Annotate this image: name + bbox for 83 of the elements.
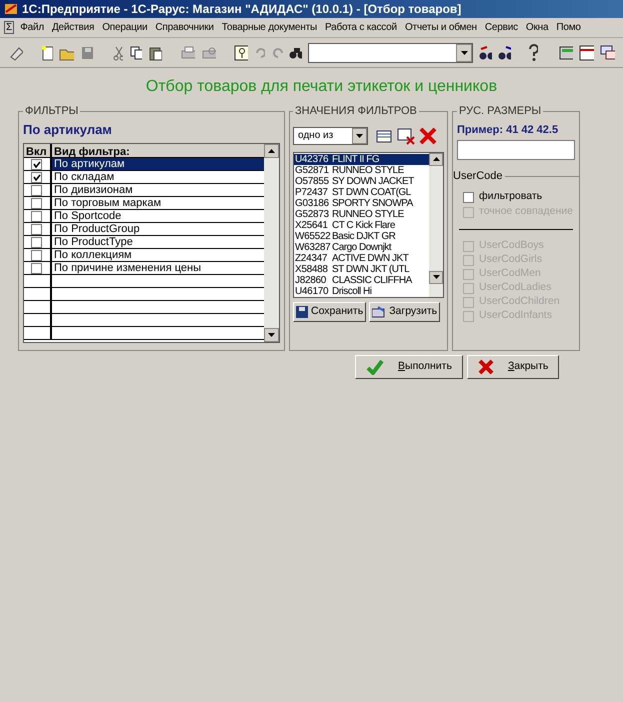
scissors-icon[interactable] [112, 44, 124, 60]
menu-item[interactable]: Помо [556, 20, 581, 35]
column-header: Вкл [24, 144, 52, 157]
menu-item[interactable]: Операции [102, 20, 148, 35]
checkbox[interactable] [31, 224, 42, 234]
list-item[interactable]: Z24347 ACTIVE DWN JKT [294, 252, 429, 264]
list-item[interactable]: G52873 RUNNEO STYLE [294, 208, 429, 220]
filter-type-cell[interactable]: По артикулам [52, 158, 264, 170]
printer-icon[interactable] [180, 44, 195, 60]
dropdown-arrow-icon [356, 134, 363, 138]
menu-item[interactable]: Действия [52, 20, 94, 35]
help-icon[interactable] [528, 44, 538, 62]
filter-type-cell[interactable]: По складам [52, 171, 116, 183]
scrollbar[interactable] [264, 144, 279, 342]
group-title: РУС. РАЗМЕРЫ [458, 104, 542, 119]
filter-type-cell[interactable]: По торговым маркам [52, 197, 164, 209]
example-label: Пример: 41 42 42.5 [457, 122, 560, 138]
close-icon [478, 359, 494, 375]
section-title: UserCode [453, 169, 504, 184]
chat-icon[interactable] [600, 44, 616, 60]
save-button[interactable]: Сохранить [293, 302, 366, 322]
page-heading: Отбор товаров для печати этикеток и ценников [144, 77, 498, 97]
filter-type-cell[interactable]: По дивизионам [52, 184, 135, 196]
menu-item[interactable]: Товарные документы [222, 20, 317, 35]
new-document-icon[interactable] [40, 44, 53, 60]
list-item[interactable]: U46170 Driscoll Hi [294, 286, 429, 296]
menu-item[interactable]: Сервис [484, 20, 518, 35]
list-item[interactable]: J82860 CLASSIC CLIFFHA [294, 274, 429, 286]
checkbox[interactable] [31, 172, 42, 182]
filter-type-cell[interactable]: По причине изменения цены [52, 262, 203, 274]
paste-icon[interactable] [148, 44, 162, 60]
mode-dropdown[interactable]: одно из [293, 126, 368, 144]
search-combo-field[interactable] [308, 42, 474, 62]
column-header: Вид фильтра: [53, 145, 131, 157]
list-item[interactable]: X25641 CT C Kick Flare [294, 220, 429, 230]
eraser-icon[interactable] [8, 44, 23, 60]
window-title: 1С:Предприятие - 1С-Рарус: Магазин "АДИДАС" (10.0.1) - [Отбор товаров] [22, 1, 462, 18]
filter-type-cell[interactable]: По Sportcode [52, 210, 124, 222]
list-item[interactable]: P72437 ST DWN COAT(GL [294, 186, 429, 198]
menu-item[interactable]: Работа с кассой [324, 20, 397, 35]
checkbox[interactable] [31, 210, 42, 222]
menu-item[interactable]: Отчеты и обмен [404, 20, 477, 35]
scroll-down-arrow-icon[interactable] [268, 333, 275, 337]
group-title: ЗНАЧЕНИЯ ФИЛЬТРОВ [294, 104, 418, 119]
sizes-input-field[interactable] [457, 140, 575, 160]
checkbox[interactable] [31, 184, 42, 196]
print-preview-icon[interactable] [200, 44, 216, 60]
checkmark-icon [366, 359, 384, 375]
run-button[interactable]: Выполнить [355, 355, 463, 379]
app-logo-icon [4, 2, 18, 16]
copy-icon[interactable] [129, 44, 142, 60]
folder-arrow-icon [372, 306, 386, 318]
checkbox[interactable] [463, 192, 474, 202]
menu-item[interactable]: Справочники [155, 20, 214, 35]
menu-item[interactable]: Файл [20, 20, 44, 35]
scroll-up-arrow-icon[interactable] [268, 149, 275, 153]
current-filter-label: По артикулам [23, 120, 113, 139]
filter-type-cell[interactable]: По ProductGroup [52, 223, 142, 235]
scroll-up-arrow-icon[interactable] [432, 157, 440, 161]
close-button[interactable]: Закрыть [466, 355, 560, 379]
scroll-down-arrow-icon[interactable] [432, 275, 440, 279]
load-button[interactable]: Загрузить [369, 302, 440, 322]
checkbox[interactable] [31, 236, 42, 248]
scrollbar[interactable] [429, 152, 443, 296]
list-item[interactable]: X58488 ST DWN JKT (UTL [294, 264, 429, 274]
checkbox[interactable] [31, 262, 42, 274]
filter-type-cell[interactable]: По коллекциям [52, 249, 134, 261]
list-item[interactable]: U42376 FLINT II FG [294, 154, 429, 164]
checkbox[interactable] [31, 250, 42, 260]
group-title: ФИЛЬТРЫ [24, 104, 80, 119]
list-item[interactable]: O57855 SY DOWN JACKET [294, 176, 429, 186]
table-delete-icon[interactable] [396, 126, 416, 146]
list-item[interactable]: G52871 RUNNEO STYLE [294, 164, 429, 176]
filter-type-cell[interactable]: По ProductType [52, 236, 135, 248]
checkbox[interactable] [31, 158, 42, 170]
list-item[interactable]: W63287Cargo Downjkt [294, 242, 429, 252]
checkbox-label: фильтровать [479, 189, 542, 204]
dropdown-arrow-icon [460, 50, 468, 54]
checkbox[interactable] [31, 198, 42, 208]
menu-item[interactable]: Окна [526, 20, 548, 35]
list-item[interactable]: W65522Basic DJKT GR [294, 230, 429, 242]
system-menu-icon[interactable]: Σ [4, 21, 14, 34]
list-item[interactable]: G03186 SPORTY SNOWPA [294, 198, 429, 208]
